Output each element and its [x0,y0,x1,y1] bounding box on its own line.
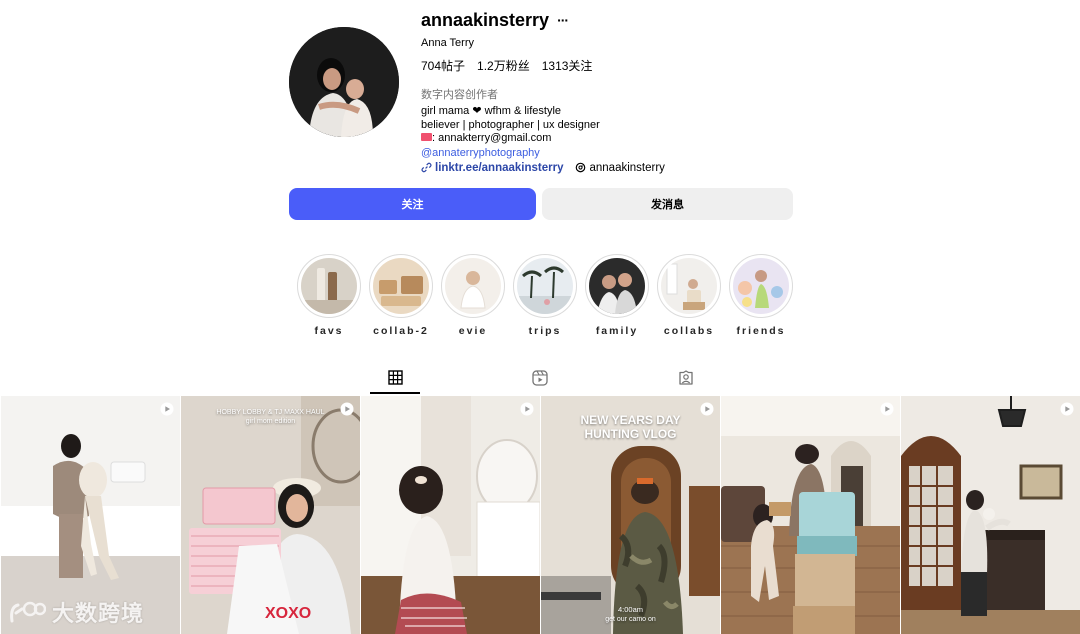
highlight-label: trips [528,325,562,337]
bio-email-line: : annakterry@gmail.com [421,132,821,146]
external-link-text: linktr.ee/annaakinsterry [435,161,564,174]
username-row: annaakinsterry ··· [421,8,821,32]
highlight-collabs[interactable]: collabs [657,254,721,337]
reel-icon [700,402,714,416]
post-thumbnail [361,396,540,634]
bio-line: girl mama ❤ wfhm & lifestyle [421,105,562,117]
post-thumbnail [901,396,1080,634]
reel-icon [520,402,534,416]
message-button[interactable]: 发消息 [542,188,793,220]
reels-icon [532,370,548,386]
posts-count: 704帖子 [421,59,466,73]
threads-handle: annaakinsterry [589,161,665,174]
highlight-label: collab-2 [373,325,429,337]
reel-icon [1060,402,1074,416]
highlight-cover [373,258,429,314]
threads-link[interactable]: annaakinsterry [575,161,665,174]
tagged-icon [679,370,693,385]
highlight-favs[interactable]: favs [297,254,361,337]
threads-icon [576,162,586,173]
highlight-label: family [595,325,639,337]
watermark-text: 大数跨境 [52,601,145,626]
highlight-cover [301,258,357,314]
posts-grid-icon [387,369,403,385]
highlight-label: collabs [663,325,715,337]
highlight-ring [297,254,361,318]
highlight-trips[interactable]: trips [513,254,577,337]
more-options-button[interactable]: ··· [557,13,569,27]
grid-post[interactable] [901,396,1080,634]
highlight-ring [441,254,505,318]
profile-bio: girl mama ❤ wfhm & lifestyle believer | … [421,105,821,146]
reel-icon [340,402,354,416]
caption-line: 4:00am [617,605,644,614]
caption-line: get our camo on [605,616,656,623]
profile-tabs [0,362,1080,394]
username: annaakinsterry [421,9,550,30]
highlight-cover [445,258,501,314]
reel-icon [160,402,174,416]
posts-grid: XOXO HOBBY LOBBY & TJ MAXX HAUL girl mom… [1,396,1080,634]
post-caption: NEW YEARS DAY HUNTING VLOG [541,413,720,441]
grid-post[interactable]: XOXO HOBBY LOBBY & TJ MAXX HAUL girl mom… [181,396,360,634]
post-caption: HOBBY LOBBY & TJ MAXX HAUL girl mom edit… [181,409,360,425]
highlight-ring [513,254,577,318]
profile-stats: 704帖子 1.2万粉丝 1313关注 [421,57,821,74]
post-thumbnail [721,396,900,634]
highlight-cover [589,258,645,314]
reel-icon [880,402,894,416]
svg-text:XOXO: XOXO [265,605,311,622]
avatar-photo [289,27,399,137]
post-bottom-caption: 4:00am get our camo on [541,605,720,623]
grid-post[interactable] [721,396,900,634]
grid-post[interactable]: NEW YEARS DAY HUNTING VLOG 4:00am get ou… [541,396,720,634]
profile-category: 数字内容创作者 [421,89,498,101]
highlight-collab-2[interactable]: collab-2 [369,254,433,337]
profile-page: annaakinsterry ··· Anna Terry 704帖子 1.2万… [0,0,1080,634]
story-highlights: favs collab-2 evie trips family collabs … [297,254,793,337]
highlight-label: favs [314,325,344,337]
link-icon [421,162,432,173]
highlight-cover [517,258,573,314]
watermark-logo-icon [10,601,46,623]
highlight-ring [729,254,793,318]
highlight-cover [733,258,789,314]
love-letter-icon [421,133,432,142]
highlight-ring [657,254,721,318]
highlight-cover [661,258,717,314]
following-count[interactable]: 1313关注 [542,57,593,74]
bio-email: : annakterry@gmail.com [432,132,552,144]
caption-line: girl mom edition [245,418,296,425]
post-thumbnail: XOXO [181,396,360,634]
highlight-evie[interactable]: evie [441,254,505,337]
highlight-friends[interactable]: friends [729,254,793,337]
highlight-label: evie [458,325,488,337]
caption-line: NEW YEARS DAY [580,413,681,427]
followers-count[interactable]: 1.2万粉丝 [477,57,530,74]
grid-post[interactable] [361,396,540,634]
tab-posts[interactable] [370,362,420,394]
watermark: 大数跨境 [8,596,144,628]
caption-line: HOBBY LOBBY & TJ MAXX HAUL [216,409,325,416]
highlight-label: friends [736,325,786,337]
caption-line: HUNTING VLOG [584,427,677,441]
highlight-ring [585,254,649,318]
bio-line: believer | photographer | ux designer [421,118,600,131]
links-row: linktr.ee/annaakinsterry annaakinsterry [421,162,821,174]
mentioned-account-link[interactable]: @annaterryphotography [421,146,821,160]
external-link[interactable]: linktr.ee/annaakinsterry [421,162,563,174]
follow-button[interactable]: 关注 [289,188,536,220]
tab-tagged[interactable] [661,362,711,394]
profile-avatar[interactable] [289,27,399,137]
highlight-family[interactable]: family [585,254,649,337]
profile-header: annaakinsterry ··· Anna Terry 704帖子 1.2万… [421,8,821,174]
highlight-ring [369,254,433,318]
tab-reels[interactable] [515,362,565,394]
full-name: Anna Terry [421,37,474,49]
